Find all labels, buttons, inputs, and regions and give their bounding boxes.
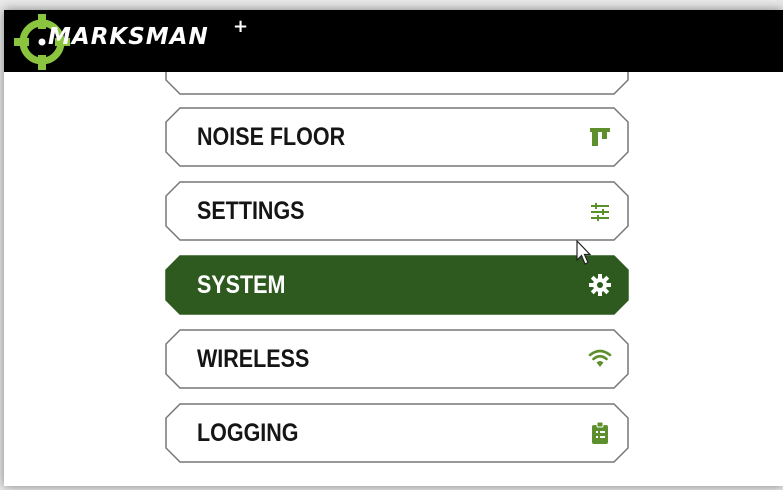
menu-item-label: SETTINGS xyxy=(197,197,305,225)
gear-icon xyxy=(589,274,611,296)
menu-item-label: WIRELESS xyxy=(197,345,310,373)
bar-chart-icon xyxy=(590,128,610,146)
main-menu: NOISE FLOOR SETTINGS SYSTEM WIRELESS LOG… xyxy=(4,10,783,486)
app-window: NOISE FLOOR SETTINGS SYSTEM WIRELESS LOG… xyxy=(4,10,783,486)
brand-suffix: + xyxy=(233,16,249,37)
wifi-icon xyxy=(588,349,612,367)
brand-name: MARKSMAN xyxy=(48,24,209,50)
menu-item-settings[interactable]: SETTINGS xyxy=(164,180,630,242)
menu-item-noise-floor[interactable]: NOISE FLOOR xyxy=(164,106,630,168)
menu-item-wireless[interactable]: WIRELESS xyxy=(164,328,630,390)
clipboard-icon xyxy=(592,421,608,444)
mouse-pointer-icon xyxy=(576,240,592,265)
menu-item-label: SYSTEM xyxy=(197,271,286,299)
menu-item-label: NOISE FLOOR xyxy=(197,123,346,151)
menu-item-system[interactable]: SYSTEM xyxy=(164,254,630,316)
menu-item-logging[interactable]: LOGGING xyxy=(164,402,630,464)
header-bar: MARKSMAN + xyxy=(4,10,783,72)
sliders-icon xyxy=(591,203,609,221)
menu-item-label: LOGGING xyxy=(197,419,299,447)
